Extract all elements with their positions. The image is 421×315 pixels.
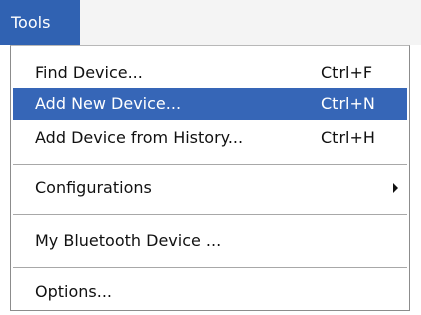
menu-item-label: Add New Device...	[35, 94, 182, 113]
menu-item-label: Find Device...	[35, 63, 143, 82]
menu-tools[interactable]: Tools	[0, 0, 80, 45]
menu-separator	[13, 164, 407, 165]
menu-item-find-device[interactable]: Find Device... Ctrl+F	[13, 57, 407, 89]
menu-bar: Tools	[0, 0, 421, 45]
menu-item-label: Options...	[35, 282, 112, 301]
menu-separator	[13, 267, 407, 268]
menu-item-label: My Bluetooth Device ...	[35, 231, 222, 250]
menu-item-shortcut: Ctrl+F	[321, 63, 373, 82]
menu-item-shortcut: Ctrl+H	[321, 128, 375, 147]
menu-separator	[13, 214, 407, 215]
menu-item-my-bluetooth-device[interactable]: My Bluetooth Device ...	[13, 225, 407, 257]
menu-item-shortcut: Ctrl+N	[321, 94, 375, 113]
menu-item-options[interactable]: Options...	[13, 276, 407, 308]
menu-item-label: Configurations	[35, 178, 152, 197]
menu-item-label: Add Device from History...	[35, 128, 244, 147]
chevron-right-icon	[393, 183, 398, 193]
menu-item-add-device-from-history[interactable]: Add Device from History... Ctrl+H	[13, 122, 407, 154]
menu-item-configurations[interactable]: Configurations	[13, 172, 407, 204]
menu-item-add-new-device[interactable]: Add New Device... Ctrl+N	[13, 88, 407, 120]
tools-dropdown-menu: Find Device... Ctrl+F Add New Device... …	[10, 45, 410, 311]
